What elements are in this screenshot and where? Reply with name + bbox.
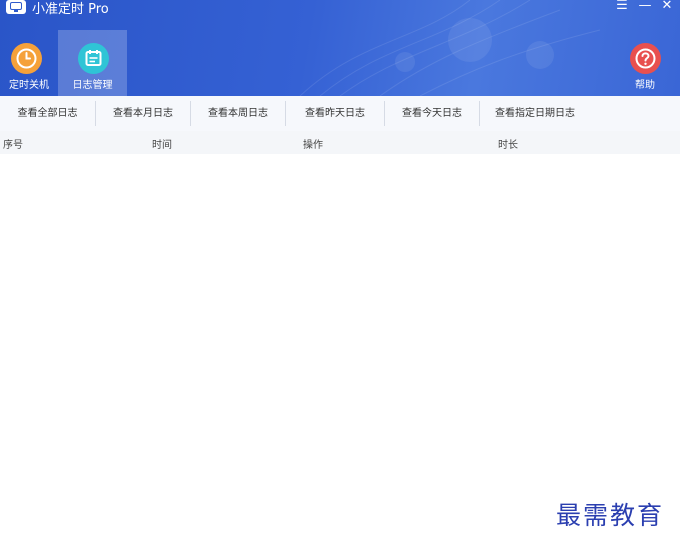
view-week-logs-button[interactable]: 查看本周日志 — [191, 96, 285, 131]
menu-button[interactable]: ☰ — [613, 0, 631, 14]
log-filter-toolbar: 查看全部日志 查看本月日志 查看本周日志 查看昨天日志 查看今天日志 查看指定日… — [0, 96, 680, 131]
log-table-header: 序号 时间 操作 时长 — [0, 131, 680, 154]
titlebar: 小准定时 Pro ☰ — ✕ — [0, 0, 680, 17]
view-today-logs-button[interactable]: 查看今天日志 — [385, 96, 479, 131]
view-yesterday-logs-button[interactable]: 查看昨天日志 — [286, 96, 384, 131]
view-all-logs-button[interactable]: 查看全部日志 — [0, 96, 95, 131]
nav-log-management[interactable]: 日志管理 — [58, 30, 127, 96]
nav-timed-shutdown[interactable]: 定时关机 — [0, 30, 58, 96]
nav-label: 日志管理 — [72, 80, 113, 91]
nav-help[interactable]: 帮助 — [622, 30, 668, 96]
column-header-time[interactable]: 时间 — [152, 136, 172, 151]
nav-label: 定时关机 — [9, 80, 49, 91]
question-icon — [630, 43, 661, 74]
clock-icon — [11, 43, 42, 74]
column-header-duration[interactable]: 时长 — [498, 136, 518, 151]
monitor-icon — [6, 0, 26, 14]
view-date-logs-button[interactable]: 查看指定日期日志 — [480, 96, 590, 131]
close-button[interactable]: ✕ — [658, 0, 676, 14]
app-title: 小准定时 Pro — [32, 2, 109, 17]
app-header: 小准定时 Pro ☰ — ✕ 定时关机 日志管理 帮助 — [0, 0, 680, 96]
minimize-button[interactable]: — — [636, 0, 654, 14]
column-header-index[interactable]: 序号 — [3, 136, 23, 151]
watermark-text: 最需教育 — [556, 501, 665, 530]
calendar-icon — [78, 43, 109, 74]
nav-label: 帮助 — [635, 80, 655, 91]
view-month-logs-button[interactable]: 查看本月日志 — [96, 96, 190, 131]
column-header-operation[interactable]: 操作 — [303, 136, 323, 151]
log-table-body[interactable] — [0, 154, 680, 544]
